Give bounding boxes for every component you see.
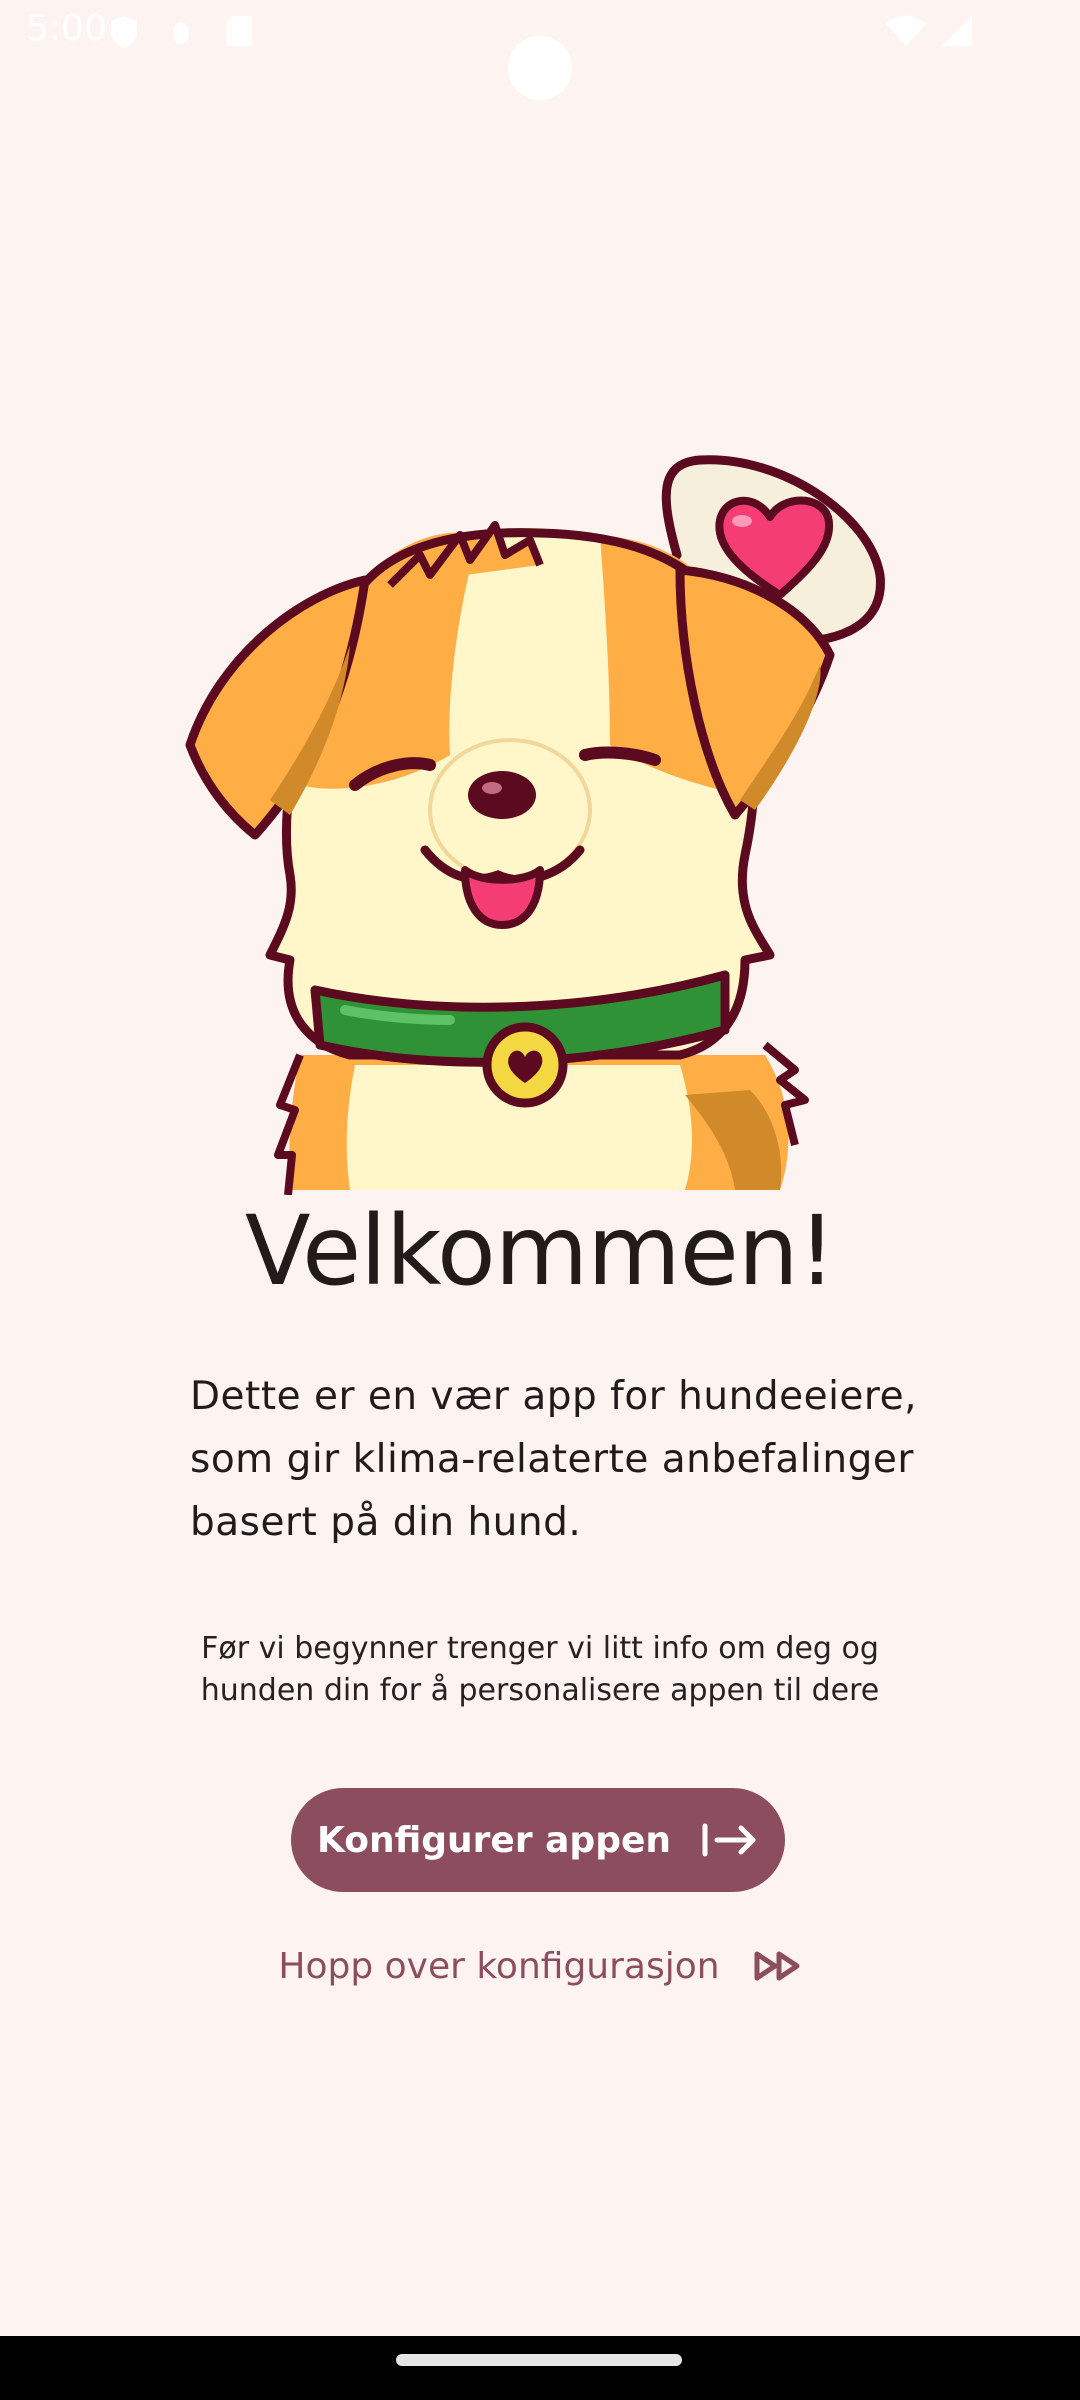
- bug-icon: [173, 22, 189, 44]
- welcome-description: Dette er en vær app for hundeeiere, som …: [190, 1374, 917, 1545]
- home-gesture-handle[interactable]: [396, 2354, 682, 2366]
- camera-cutout: [508, 36, 572, 100]
- wifi-icon: [886, 15, 926, 46]
- status-time: 5:00: [26, 8, 107, 49]
- navigation-bar: [0, 2336, 1080, 2400]
- welcome-title: Velkommen!: [244, 1195, 836, 1307]
- signal-icon: [942, 16, 972, 46]
- welcome-screen: 5:00 Velkommen! Dette er en vær app for …: [0, 0, 1080, 2336]
- fast-forward-icon: [754, 1951, 800, 1981]
- login-arrow-icon: [702, 1823, 756, 1857]
- dog-illustration: [185, 455, 885, 1195]
- skip-configuration-label: Hopp over konfigurasjon: [278, 1945, 720, 1987]
- skip-configuration-link[interactable]: Hopp over konfigurasjon: [0, 1936, 1080, 1996]
- sd-card-icon: [226, 16, 252, 46]
- configure-app-label: Konfigurer appen: [316, 1819, 672, 1861]
- shield-icon: [111, 16, 137, 48]
- setup-info-text: Før vi begynner trenger vi litt info om …: [200, 1631, 880, 1708]
- configure-app-button[interactable]: Konfigurer appen: [291, 1788, 785, 1892]
